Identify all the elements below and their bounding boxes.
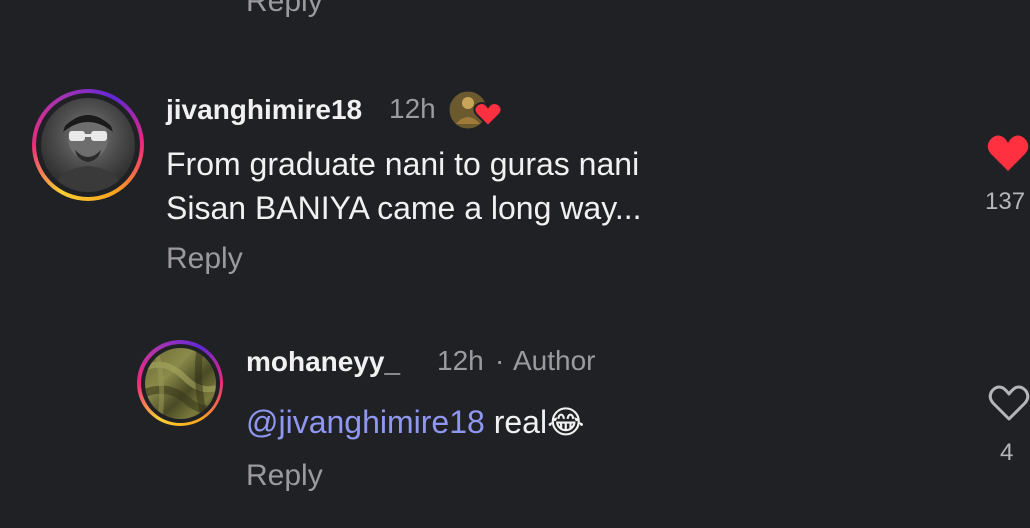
reply-button[interactable]: Reply	[166, 242, 243, 276]
avatar	[41, 98, 135, 192]
comment-like-count: 137	[985, 188, 1026, 215]
comment-username[interactable]: jivanghimire18	[166, 93, 362, 127]
reply-avatar	[144, 347, 216, 419]
comment-text-line2: Sisan BANIYA came a long way...	[166, 190, 642, 226]
reply-text-body: real	[493, 404, 548, 440]
comment-text-line1: From graduate nani to guras nani	[166, 146, 640, 182]
reply-avatar-story-ring[interactable]	[137, 340, 223, 426]
reply-reply-button[interactable]: Reply	[246, 459, 323, 493]
heart-outline-icon[interactable]	[988, 384, 1030, 422]
author-label: Author	[513, 345, 596, 376]
reply-username[interactable]: mohaneyy_	[246, 345, 400, 379]
reply-text: @jivanghimire18 real😂	[246, 403, 584, 441]
comments-panel: Reply jivanghimire18 12h From graduate n…	[0, 0, 1030, 528]
laughing-emoji-icon: 😂	[547, 404, 585, 440]
reply-button-previous[interactable]: Reply	[246, 0, 323, 18]
reply-timestamp: 12h	[437, 345, 484, 376]
heart-filled-icon[interactable]	[986, 133, 1030, 173]
avatar-story-ring[interactable]	[32, 89, 144, 201]
mention-link[interactable]: @jivanghimire18	[246, 404, 485, 440]
meta-separator: ·	[495, 345, 505, 376]
comment-timestamp: 12h	[389, 93, 436, 124]
author-liked-badge-icon	[448, 90, 503, 130]
reply-like-count: 4	[1000, 439, 1014, 466]
